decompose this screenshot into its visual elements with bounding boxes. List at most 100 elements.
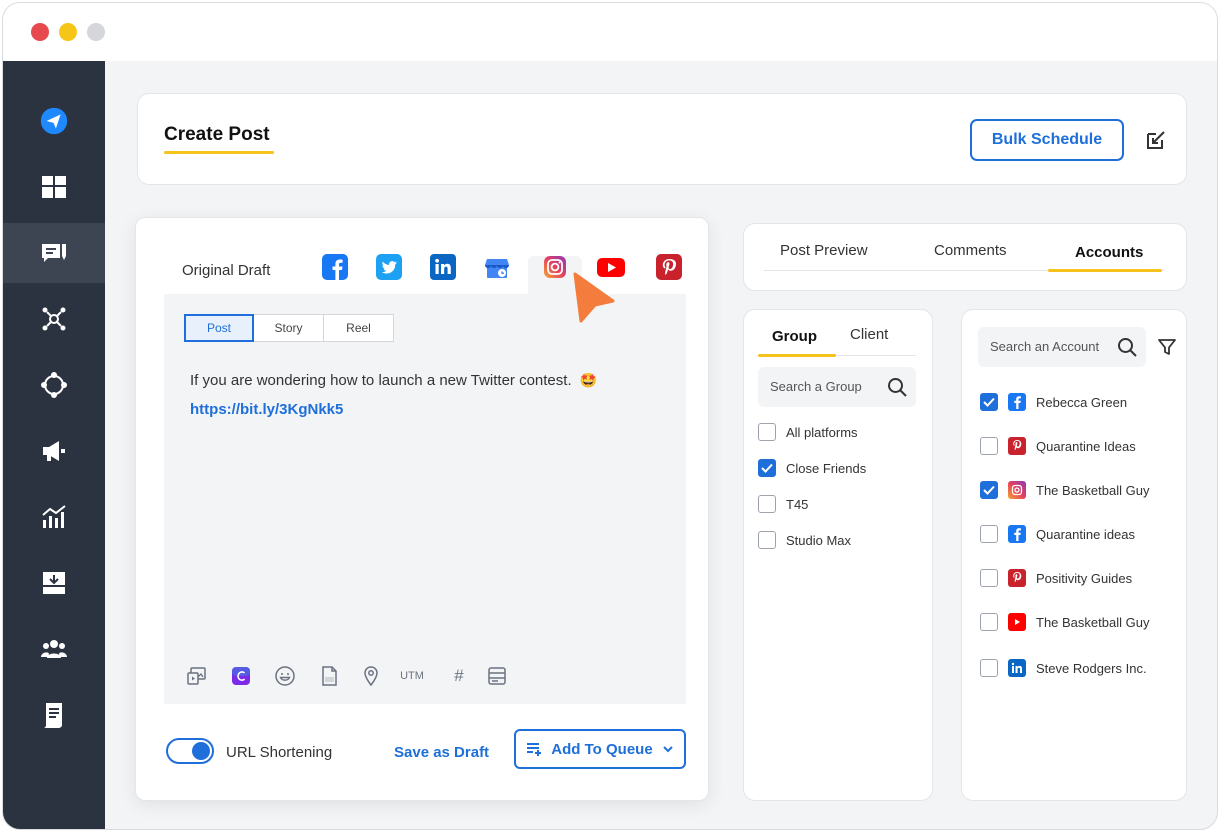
- chevron-down-icon[interactable]: [661, 742, 675, 756]
- google-business-icon[interactable]: [484, 254, 510, 280]
- network-icon[interactable]: [3, 289, 105, 349]
- facebook-icon: [1008, 525, 1026, 543]
- dashboard-icon[interactable]: [3, 157, 105, 217]
- account-item-rebecca-green[interactable]: Rebecca Green: [980, 392, 1127, 412]
- utm-icon[interactable]: UTM: [398, 665, 426, 687]
- post-type-story[interactable]: Story: [254, 314, 324, 342]
- pointer-cursor-icon: [573, 272, 615, 323]
- url-shortening-label: URL Shortening: [226, 744, 333, 761]
- checkbox[interactable]: [758, 531, 776, 549]
- media-icon[interactable]: [186, 665, 208, 687]
- filter-icon[interactable]: [1156, 336, 1178, 358]
- group-item-label: T45: [786, 496, 809, 512]
- search-icon[interactable]: [1116, 336, 1138, 358]
- campaign-icon[interactable]: [3, 421, 105, 481]
- account-label: Steve Rodgers Inc.: [1036, 660, 1147, 676]
- checkbox[interactable]: [980, 525, 998, 543]
- save-as-draft-button[interactable]: Save as Draft: [394, 744, 489, 761]
- account-item-the-basketball-guy-instagram[interactable]: The Basketball Guy: [980, 480, 1149, 500]
- team-icon[interactable]: [3, 619, 105, 679]
- account-search-input[interactable]: Search an Account: [978, 327, 1146, 367]
- page-header: Create Post Bulk Schedule: [137, 93, 1187, 185]
- group-item-t45[interactable]: T45: [758, 494, 808, 514]
- bulk-schedule-button[interactable]: Bulk Schedule: [970, 119, 1124, 161]
- post-link[interactable]: https://bit.ly/3KgNkk5: [190, 401, 343, 418]
- url-shortening-toggle[interactable]: [166, 738, 214, 764]
- instagram-icon[interactable]: [542, 254, 568, 280]
- account-label: Quarantine Ideas: [1036, 438, 1136, 454]
- queue-icon: [527, 743, 542, 756]
- search-icon[interactable]: [886, 376, 908, 398]
- checkbox[interactable]: [758, 423, 776, 441]
- original-draft-tab[interactable]: Original Draft: [182, 262, 270, 279]
- tab-accounts[interactable]: Accounts: [1075, 244, 1143, 261]
- hashtag-icon[interactable]: #: [448, 665, 470, 687]
- account-item-positivity-guides[interactable]: Positivity Guides: [980, 568, 1132, 588]
- account-item-quarantine-ideas[interactable]: Quarantine Ideas: [980, 436, 1136, 456]
- tab-comments[interactable]: Comments: [934, 242, 1007, 259]
- tab-group[interactable]: Group: [772, 328, 817, 345]
- post-type-reel[interactable]: Reel: [324, 314, 394, 342]
- facebook-icon[interactable]: [322, 254, 348, 280]
- inbox-icon[interactable]: [3, 553, 105, 613]
- account-label: Positivity Guides: [1036, 570, 1133, 586]
- account-item-quarantine-ideas-facebook[interactable]: Quarantine ideas: [980, 524, 1135, 544]
- group-item-label: All platforms: [786, 424, 858, 440]
- checkbox-checked[interactable]: [758, 459, 776, 477]
- tab-post-preview[interactable]: Post Preview: [780, 242, 868, 259]
- checkbox[interactable]: [758, 495, 776, 513]
- account-label: The Basketball Guy: [1036, 614, 1150, 630]
- twitter-icon[interactable]: [376, 254, 402, 280]
- maximize-window-button[interactable]: [87, 23, 105, 41]
- group-item-studio-max[interactable]: Studio Max: [758, 530, 851, 550]
- toggle-knob: [192, 742, 210, 760]
- account-label: Quarantine ideas: [1036, 526, 1136, 542]
- location-icon[interactable]: [360, 665, 382, 687]
- add-to-queue-button[interactable]: Add To Queue: [514, 729, 686, 769]
- close-window-button[interactable]: [31, 23, 49, 41]
- group-search-placeholder: Search a Group: [770, 379, 862, 394]
- youtube-icon: [1008, 613, 1026, 631]
- pinterest-icon: [1008, 569, 1026, 587]
- accounts-panel: Search an Account Rebecca Green Quaranti…: [961, 309, 1187, 801]
- checkbox-checked[interactable]: [980, 393, 998, 411]
- post-text-content: If you are wondering how to launch a new…: [190, 372, 572, 389]
- checkbox[interactable]: [980, 437, 998, 455]
- linkedin-icon: [1008, 659, 1026, 677]
- emoji-icon[interactable]: [274, 665, 296, 687]
- linkedin-icon[interactable]: [430, 254, 456, 280]
- reports-icon[interactable]: [3, 685, 105, 745]
- minimize-window-button[interactable]: [59, 23, 77, 41]
- tab-client[interactable]: Client: [850, 326, 888, 343]
- edit-icon[interactable]: [1144, 128, 1168, 152]
- post-type-selector: Post Story Reel: [184, 314, 394, 342]
- editor-body: Post Story Reel If you are wondering how…: [164, 294, 686, 704]
- group-item-all-platforms[interactable]: All platforms: [758, 422, 858, 442]
- active-group-tab-indicator: [758, 354, 836, 357]
- preview-tabs: Post Preview Comments Accounts: [743, 223, 1187, 291]
- group-panel: Group Client Search a Group All platform…: [743, 309, 933, 801]
- integrations-icon[interactable]: [3, 355, 105, 415]
- pinterest-icon: [1008, 437, 1026, 455]
- group-search-input[interactable]: Search a Group: [758, 367, 916, 407]
- group-item-close-friends[interactable]: Close Friends: [758, 458, 866, 478]
- canva-icon[interactable]: [230, 665, 252, 687]
- app-logo-icon[interactable]: [3, 91, 105, 151]
- analytics-icon[interactable]: [3, 487, 105, 547]
- checkbox-checked[interactable]: [980, 481, 998, 499]
- title-bar: [3, 3, 1217, 61]
- account-item-steve-rodgers-inc[interactable]: Steve Rodgers Inc.: [980, 658, 1147, 678]
- post-emoji: 🤩: [579, 372, 598, 388]
- post-text[interactable]: If you are wondering how to launch a new…: [190, 372, 597, 389]
- account-search-placeholder: Search an Account: [990, 339, 1100, 354]
- checkbox[interactable]: [980, 613, 998, 631]
- pinterest-icon[interactable]: [656, 254, 682, 280]
- checkbox[interactable]: [980, 569, 998, 587]
- gif-icon[interactable]: [318, 665, 340, 687]
- account-item-the-basketball-guy-youtube[interactable]: The Basketball Guy: [980, 612, 1149, 632]
- page-title: Create Post: [164, 124, 270, 145]
- post-type-post[interactable]: Post: [184, 314, 254, 342]
- template-icon[interactable]: [486, 665, 508, 687]
- compose-icon[interactable]: [3, 223, 105, 283]
- checkbox[interactable]: [980, 659, 998, 677]
